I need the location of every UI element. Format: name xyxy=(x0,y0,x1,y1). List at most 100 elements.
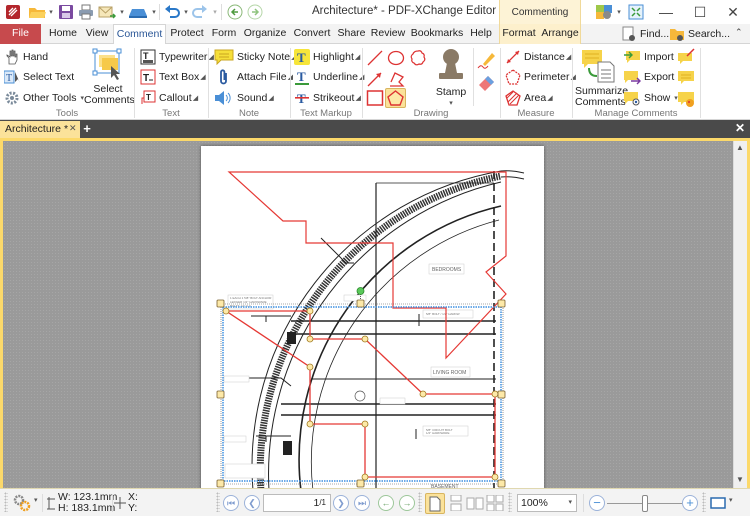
tab-file[interactable]: File xyxy=(0,24,41,44)
back-icon[interactable] xyxy=(226,3,244,21)
underline-button[interactable]: T Underline◢ xyxy=(294,69,364,85)
open-folder-icon[interactable] xyxy=(27,3,47,21)
callout-button[interactable]: T Callout ◢ xyxy=(140,90,198,106)
attach-file-button[interactable]: Attach File◢ xyxy=(214,69,293,85)
select-comments-button[interactable]: Select Comments xyxy=(84,48,135,106)
settings-dropdown[interactable]: ▾ xyxy=(34,496,38,504)
page-view-mode-button[interactable] xyxy=(710,497,726,512)
polyline-tool-button[interactable] xyxy=(387,70,405,88)
tab-organize[interactable]: Organize xyxy=(242,24,288,44)
email-icon[interactable] xyxy=(97,3,117,21)
maximize-button[interactable]: ☐ xyxy=(683,0,717,24)
tab-form[interactable]: Form xyxy=(208,24,240,44)
close-window-button[interactable]: ✕ xyxy=(716,0,750,24)
zoom-in-button[interactable]: + xyxy=(682,495,698,511)
redo-dropdown-arrow[interactable]: ▾ xyxy=(211,3,219,21)
scroll-down-arrow[interactable]: ▼ xyxy=(736,475,744,484)
area-button[interactable]: Area ◢ xyxy=(505,90,553,106)
scroll-up-arrow[interactable]: ▲ xyxy=(736,143,744,152)
open-dropdown-arrow[interactable]: ▾ xyxy=(47,3,55,21)
facing-layout-button[interactable] xyxy=(466,495,484,514)
perimeter-button[interactable]: Perimeter ◢ xyxy=(505,69,576,85)
rectangle-tool-button[interactable] xyxy=(366,89,384,107)
previous-page-button[interactable]: ❮ xyxy=(244,495,260,511)
next-page-button[interactable]: ❯ xyxy=(333,495,349,511)
settings-gears-icon[interactable] xyxy=(12,493,32,516)
typewriter-button[interactable]: T Typewriter ◢ xyxy=(140,49,214,65)
app-logo-icon[interactable] xyxy=(4,3,22,21)
close-document-button[interactable]: ✕ xyxy=(735,121,745,135)
other-tools-button[interactable]: Other Tools ▾ xyxy=(4,90,84,106)
collapse-ribbon-icon[interactable]: ⌃ xyxy=(735,27,743,38)
undo-dropdown-arrow[interactable]: ▾ xyxy=(182,3,190,21)
tab-review[interactable]: Review xyxy=(369,24,407,44)
pdf-page[interactable]: 1 EACH 1 5/8" BOLT ANCHOR LEDGER 1/2" HA… xyxy=(201,146,544,492)
minimize-button[interactable]: — xyxy=(649,0,683,24)
stamp-button[interactable]: Stamp ▾ xyxy=(430,47,472,109)
sticky-note-button[interactable]: Sticky Note ◢ xyxy=(214,49,297,65)
next-view-button[interactable]: → xyxy=(399,495,415,511)
zoom-level-select[interactable]: 100% ▾ xyxy=(517,494,577,512)
tab-convert[interactable]: Convert xyxy=(290,24,334,44)
distance-button[interactable]: Distance ◢ xyxy=(505,49,571,65)
tab-arrange[interactable]: Arrange xyxy=(541,24,579,44)
find-button[interactable]: Find... xyxy=(621,26,669,42)
previous-view-button[interactable]: ← xyxy=(378,495,394,511)
comment-style-button[interactable] xyxy=(677,48,695,66)
arrow-tool-button[interactable] xyxy=(366,70,384,88)
tab-protect[interactable]: Protect xyxy=(167,24,207,44)
oval-tool-button[interactable] xyxy=(387,49,405,67)
tab-bookmarks[interactable]: Bookmarks xyxy=(410,24,464,44)
print-icon[interactable] xyxy=(77,3,95,21)
comment-color-button[interactable] xyxy=(677,90,695,108)
hand-tool-button[interactable]: Hand xyxy=(4,49,48,65)
cloud-tool-button[interactable] xyxy=(409,49,427,67)
tab-format[interactable]: Format xyxy=(501,24,537,44)
show-button[interactable]: Show ▾ xyxy=(623,90,678,106)
email-dropdown-arrow[interactable]: ▾ xyxy=(118,3,126,21)
strikeout-button[interactable]: T Strikeout◢ xyxy=(294,90,361,106)
tab-comment[interactable]: Comment xyxy=(113,24,166,45)
viewer-canvas[interactable]: 1 EACH 1 5/8" BOLT ANCHOR LEDGER 1/2" HA… xyxy=(3,141,733,492)
ui-options-icon[interactable] xyxy=(594,3,614,21)
redo-icon[interactable] xyxy=(191,3,209,21)
view-mode-dropdown[interactable]: ▾ xyxy=(729,496,733,504)
vertical-scrollbar[interactable]: ▲ ▼ xyxy=(733,141,747,488)
document-tab-architecture[interactable]: Architecture * ✕ xyxy=(0,121,80,138)
scan-dropdown-arrow[interactable]: ▾ xyxy=(150,3,158,21)
line-tool-button[interactable] xyxy=(366,49,384,67)
close-tab-icon[interactable]: ✕ xyxy=(69,120,77,137)
export-button[interactable]: Export xyxy=(623,69,674,85)
text-box-button[interactable]: T Text Box ◢ xyxy=(140,69,206,85)
new-tab-button[interactable]: + xyxy=(81,121,93,137)
tab-share[interactable]: Share xyxy=(335,24,368,44)
single-page-icon xyxy=(429,496,441,511)
tab-view[interactable]: View xyxy=(82,24,112,44)
fullscreen-icon[interactable] xyxy=(627,3,645,21)
forward-icon[interactable] xyxy=(246,3,264,21)
eraser-tool-button[interactable] xyxy=(477,72,497,92)
select-text-button[interactable]: T Select Text xyxy=(4,69,74,85)
zoom-out-button[interactable]: − xyxy=(589,495,605,511)
first-page-button[interactable]: ⏮ xyxy=(223,495,239,511)
pencil-tool-button[interactable] xyxy=(477,50,497,70)
search-button[interactable]: Search... xyxy=(669,26,730,42)
single-page-layout-button[interactable] xyxy=(425,493,445,514)
highlight-button[interactable]: T Highlight ◢ xyxy=(294,49,360,65)
page-number-input[interactable]: 1/1 xyxy=(263,494,331,512)
polygon-tool-button[interactable] xyxy=(385,88,406,108)
ui-options-dropdown[interactable]: ▾ xyxy=(615,3,623,21)
last-page-button[interactable]: ⏭ xyxy=(354,495,370,511)
undo-icon[interactable] xyxy=(163,3,181,21)
facing-continuous-layout-button[interactable] xyxy=(486,494,504,514)
save-icon[interactable] xyxy=(57,3,75,21)
continuous-layout-button[interactable] xyxy=(449,494,463,514)
scan-icon[interactable] xyxy=(127,3,149,21)
zoom-slider-thumb[interactable] xyxy=(641,495,648,512)
comments-list-button[interactable] xyxy=(677,69,695,87)
summarize-comments-button[interactable]: Summarize Comments xyxy=(575,48,628,108)
tab-home[interactable]: Home xyxy=(44,24,82,44)
sound-button[interactable]: Sound ◢ xyxy=(214,90,274,106)
tab-help[interactable]: Help xyxy=(466,24,496,44)
import-button[interactable]: Import xyxy=(623,49,674,65)
